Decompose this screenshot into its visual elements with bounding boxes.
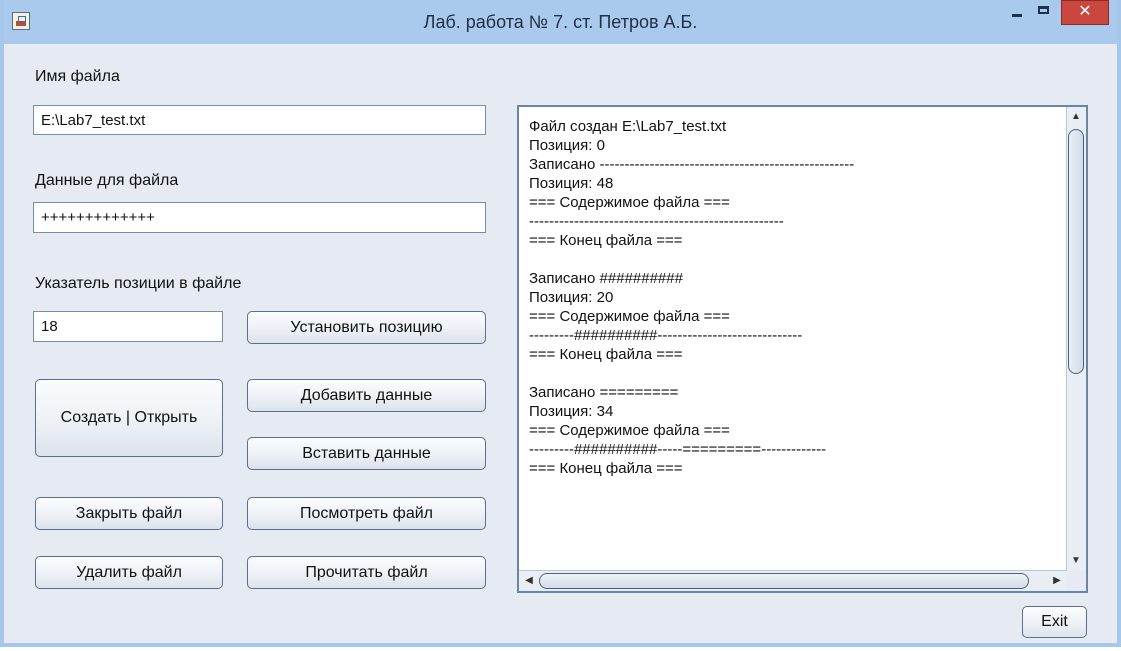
minimize-button[interactable] bbox=[1004, 0, 1030, 24]
scroll-up-icon[interactable]: ▲ bbox=[1069, 110, 1083, 124]
log-line: ---------##########-----=========-------… bbox=[529, 441, 827, 458]
delete-file-button[interactable]: Удалить файл bbox=[35, 556, 223, 589]
log-line: === Конец файла === bbox=[529, 460, 683, 477]
maximize-button[interactable] bbox=[1031, 0, 1057, 24]
log-content[interactable]: Файл создан E:\Lab7_test.txt Позиция: 0 За… bbox=[529, 117, 1059, 557]
read-file-button[interactable]: Прочитать файл bbox=[247, 556, 486, 589]
log-line: Позиция: 48 bbox=[529, 175, 614, 192]
main-window: Лаб. работа № 7. ст. Петров А.Б. ✕ Имя ф… bbox=[0, 0, 1121, 647]
log-line: ----------------------------------------… bbox=[529, 213, 784, 230]
log-line: Позиция: 0 bbox=[529, 137, 605, 154]
vertical-scrollbar[interactable]: ▲ ▼ bbox=[1066, 107, 1086, 571]
scroll-left-icon[interactable]: ◀ bbox=[522, 574, 536, 588]
title-bar[interactable]: Лаб. работа № 7. ст. Петров А.Б. ✕ bbox=[4, 0, 1117, 44]
filename-input[interactable] bbox=[33, 105, 486, 135]
scroll-down-icon[interactable]: ▼ bbox=[1069, 554, 1083, 568]
add-data-button[interactable]: Добавить данные bbox=[247, 379, 486, 412]
position-input[interactable] bbox=[33, 311, 223, 342]
log-line: Записано ########## bbox=[529, 270, 683, 287]
log-line: Позиция: 20 bbox=[529, 289, 614, 306]
log-line: Файл создан E:\Lab7_test.txt bbox=[529, 118, 727, 135]
insert-data-button[interactable]: Вставить данные bbox=[247, 437, 486, 470]
view-file-button[interactable]: Посмотреть файл bbox=[247, 497, 486, 530]
log-line: Записано ========= bbox=[529, 384, 679, 401]
vertical-scroll-thumb[interactable] bbox=[1068, 129, 1084, 374]
position-label: Указатель позиции в файле bbox=[35, 275, 242, 292]
close-window-button[interactable]: ✕ bbox=[1061, 0, 1109, 25]
filename-label: Имя файла bbox=[35, 68, 120, 85]
log-line: === Содержимое файла === bbox=[529, 422, 730, 439]
log-textarea[interactable]: Файл создан E:\Lab7_test.txt Позиция: 0 За… bbox=[517, 105, 1088, 593]
log-line: === Конец файла === bbox=[529, 346, 683, 363]
create-open-button[interactable]: Создать | Открыть bbox=[35, 379, 223, 457]
log-line: Позиция: 34 bbox=[529, 403, 614, 420]
log-line: Записано -------------------------------… bbox=[529, 156, 855, 173]
set-position-button[interactable]: Установить позицию bbox=[247, 311, 486, 344]
close-file-button[interactable]: Закрыть файл bbox=[35, 497, 223, 530]
scroll-corner bbox=[1067, 571, 1086, 591]
log-line: ---------##########---------------------… bbox=[529, 327, 803, 344]
log-line: === Содержимое файла === bbox=[529, 194, 730, 211]
data-label: Данные для файла bbox=[35, 172, 179, 189]
content-panel: Имя файла Данные для файла Указатель поз… bbox=[4, 44, 1117, 643]
log-line: === Содержимое файла === bbox=[529, 308, 730, 325]
horizontal-scroll-thumb[interactable] bbox=[539, 573, 1029, 589]
scroll-right-icon[interactable]: ▶ bbox=[1050, 574, 1064, 588]
exit-button[interactable]: Exit bbox=[1022, 606, 1087, 638]
window-title: Лаб. работа № 7. ст. Петров А.Б. bbox=[423, 12, 698, 32]
data-input[interactable] bbox=[33, 202, 486, 233]
horizontal-scrollbar[interactable]: ◀ ▶ bbox=[519, 570, 1067, 591]
log-line: === Конец файла === bbox=[529, 232, 683, 249]
